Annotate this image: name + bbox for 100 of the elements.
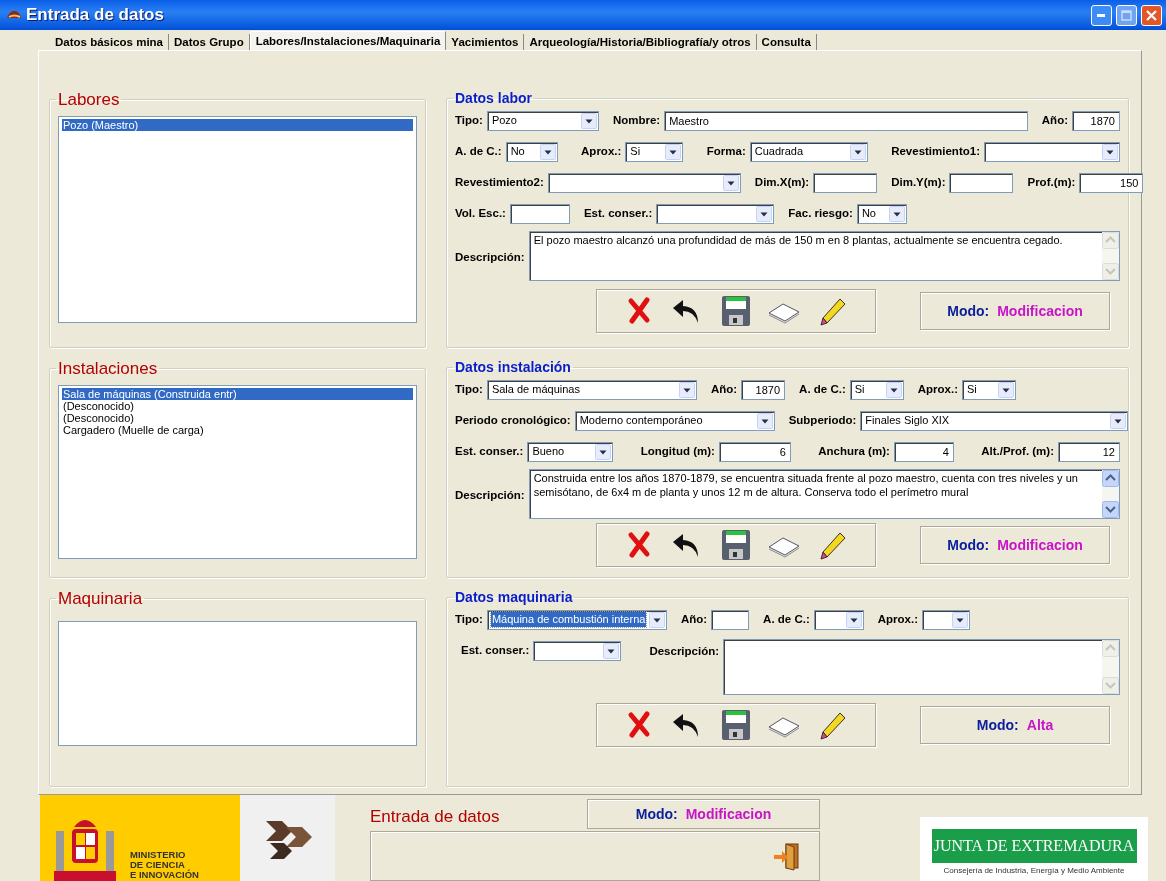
input-field[interactable]: Maestro [664, 110, 1028, 131]
input-field[interactable] [509, 203, 570, 224]
list-box[interactable] [58, 621, 417, 746]
dropdown-field[interactable]: Moderno contemporáneo [574, 410, 775, 431]
dropdown-field[interactable]: Sala de máquinas [486, 379, 697, 400]
junta-subtitle: Consejería de Industria, Energía y Medio Ambiente [943, 865, 1125, 877]
text-area[interactable] [723, 639, 1120, 695]
dropdown-field[interactable] [656, 203, 775, 224]
input-field[interactable]: 4 [893, 441, 954, 462]
mode-label: Modo: [635, 804, 678, 824]
dropdown-field[interactable]: Bueno [527, 441, 614, 462]
scroll-up-icon[interactable] [1102, 470, 1119, 487]
caret-icon [1110, 412, 1127, 429]
caret-icon [580, 112, 597, 129]
footer-title: Entrada de datos [370, 805, 500, 828]
mode-value: Modificacion [685, 804, 772, 824]
dropdown-field[interactable]: No [505, 141, 558, 162]
caret-icon [1102, 143, 1118, 160]
group-title: Datos labor [454, 91, 533, 105]
dropdown-field[interactable]: No [856, 203, 907, 224]
caret-icon [849, 143, 866, 160]
text-area[interactable]: Construida entre los años 1870-1879, se encuentra situada frente al pozo maestro, cuenta con tres niveles y un semisótano, de 6x4 m de planta y unos 12 m de altura. Conserva todo el perímetro mural [528, 469, 1120, 519]
list-item[interactable]: Pozo (Maestro) [62, 119, 413, 131]
field-label: Nombre: [612, 112, 661, 128]
field-label: Revestimiento1: [891, 143, 980, 159]
dropdown-field[interactable]: Si [962, 379, 1016, 400]
caret-icon [885, 381, 902, 398]
field-label: Prof.(m): [1027, 174, 1076, 190]
tab[interactable]: Labores/Instalaciones/Maquinaria [249, 31, 447, 50]
exit-door-icon [772, 841, 802, 871]
input-field[interactable] [711, 609, 750, 630]
mode-label: Modo: [947, 301, 990, 321]
list-box[interactable]: Sala de máquinas (Construida entr) (Desconocido) (Desconocido) Cargadero (Muelle de carga) [58, 385, 417, 559]
field-label: A. de C.: [455, 143, 502, 159]
dropdown-field[interactable] [813, 609, 864, 630]
field-label: Periodo cronológico: [455, 412, 571, 428]
field-label: Descripción: [455, 250, 525, 266]
field-label: Subperiodo: [788, 412, 857, 428]
close-button[interactable] [1141, 4, 1162, 26]
junta-name: JUNTA DE EXTREMADURA [931, 829, 1137, 863]
caret-icon [845, 611, 862, 628]
dropdown-field[interactable] [984, 141, 1120, 162]
field-label: Aprox.: [877, 611, 918, 627]
group-title: Datos maquinaria [454, 590, 574, 604]
dropdown-field[interactable]: Finales Siglo XIX [860, 410, 1129, 431]
field-label: Anchura (m): [818, 443, 890, 459]
list-item[interactable]: (Desconocido) [62, 400, 135, 412]
field-label: Fac. riesgo: [788, 205, 853, 221]
field-label: Año: [1041, 112, 1068, 128]
dropdown-field[interactable]: Pozo [486, 110, 599, 131]
dropdown-field[interactable] [533, 641, 622, 661]
mode-value: Alta [1026, 715, 1054, 735]
field-label: A. de C.: [763, 611, 810, 627]
ministry-name: MINISTERIO DE CIENCIA E INNOVACIÓN [130, 850, 199, 881]
field-label: Est. conser.: [461, 643, 530, 659]
field-label: Alt./Prof. (m): [981, 443, 1054, 459]
dropdown-field[interactable]: Cuadrada [749, 141, 868, 162]
mode-label: Modo: [947, 535, 990, 555]
maximize-icon [1121, 9, 1132, 21]
field-label: Forma: [706, 143, 746, 159]
list-item[interactable]: Sala de máquinas (Construida entr) [62, 388, 413, 400]
dropdown-field[interactable]: Si [849, 379, 904, 400]
minimize-icon [1097, 13, 1106, 17]
text-area[interactable]: El pozo maestro alcanzó una profundidad de más de 150 m en 8 plantas, actualmente se encuentra cegado. [528, 231, 1120, 281]
scroll-down-icon[interactable] [1102, 501, 1119, 518]
dropdown-field[interactable] [547, 172, 741, 193]
scroll-bar[interactable] [1102, 470, 1119, 518]
input-field[interactable]: 150 [1079, 172, 1144, 193]
caret-icon [648, 611, 665, 628]
group-title: Instalaciones [57, 360, 159, 377]
field-label: Aprox.: [581, 143, 622, 159]
minimize-button[interactable] [1091, 4, 1112, 26]
input-field[interactable] [949, 172, 1014, 193]
dropdown-field[interactable]: Si [625, 141, 684, 162]
input-field[interactable]: 6 [718, 441, 791, 462]
close-icon [1146, 9, 1157, 21]
dropdown-field[interactable]: Máquina de combustión interna [486, 609, 667, 630]
field-label: Tipo: [455, 381, 483, 397]
field-label: Aprox.: [917, 381, 958, 397]
field-label: Revestimiento2: [455, 174, 544, 190]
input-field[interactable]: 12 [1058, 441, 1120, 462]
caret-icon [603, 643, 620, 659]
window-title: Entrada de datos [26, 4, 164, 27]
caret-icon [952, 611, 968, 628]
maximize-button[interactable] [1116, 4, 1137, 26]
list-box[interactable]: Pozo (Maestro) [58, 116, 417, 323]
field-label: Descripción: [455, 488, 525, 504]
input-field[interactable]: 1870 [1072, 110, 1120, 131]
caret-icon [756, 412, 773, 429]
list-item[interactable]: (Desconocido) [62, 412, 135, 424]
input-field[interactable] [813, 172, 878, 193]
caret-icon [539, 143, 556, 160]
dropdown-field[interactable] [922, 609, 970, 630]
field-label: Longitud (m): [640, 443, 715, 459]
field-label: Est. conser.: [455, 443, 524, 459]
field-label: Est. conser.: [583, 205, 653, 221]
group-title: Datos instalación [454, 360, 572, 374]
list-item[interactable]: Cargadero (Muelle de carga) [62, 424, 205, 436]
mode-label: Modo: [976, 715, 1019, 735]
input-field[interactable]: 1870 [741, 379, 786, 400]
